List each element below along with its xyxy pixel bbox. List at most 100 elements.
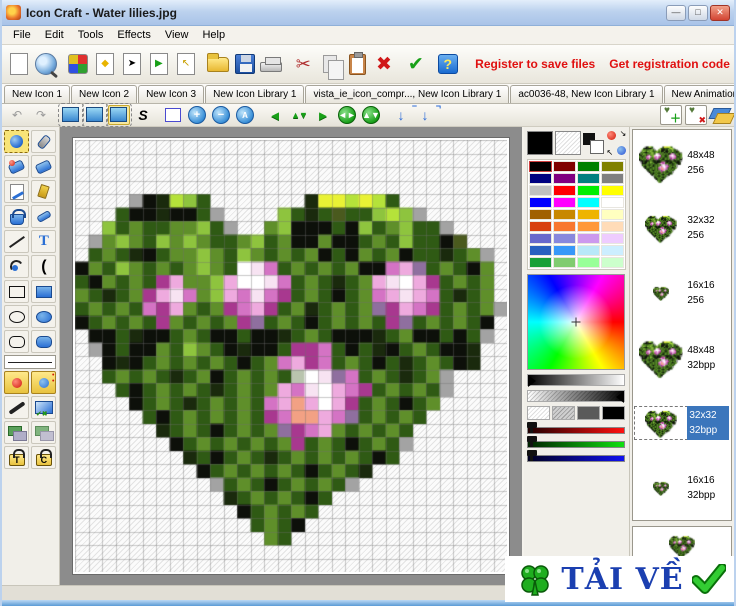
palette-swatch[interactable] (577, 233, 600, 244)
smooth-line-tool[interactable] (4, 396, 29, 419)
palette-swatch[interactable] (553, 257, 576, 268)
select-tool[interactable] (4, 130, 29, 153)
copy-button[interactable] (318, 49, 343, 79)
alpha-preset-66[interactable] (577, 406, 600, 420)
register-link[interactable]: Register to save files (475, 57, 595, 71)
palette-swatch[interactable] (529, 173, 552, 184)
move-selection-tool[interactable] (31, 421, 56, 444)
palette-swatch[interactable] (529, 245, 552, 256)
palette-swatch[interactable] (529, 197, 552, 208)
help-button[interactable]: ? (435, 49, 460, 79)
palette-swatch[interactable] (553, 161, 576, 172)
palette-swatch[interactable] (577, 185, 600, 196)
color-field[interactable] (527, 274, 625, 370)
menu-tools[interactable]: Tools (71, 27, 111, 43)
image-item-32x32-256[interactable]: 32x32256 (633, 195, 731, 260)
lock-colors-button[interactable]: C (31, 446, 56, 469)
tab-1[interactable]: New Icon 2 (71, 85, 137, 103)
move-vertical-button[interactable]: ▲▼ (288, 105, 310, 125)
image-item-48x48-32bpp[interactable]: 48x4832bpp (633, 325, 731, 390)
zoom-out-button[interactable]: − (210, 105, 232, 125)
tab-4[interactable]: vista_ie_icon_compr..., New Icon Library… (305, 85, 509, 103)
palette-swatch[interactable] (577, 257, 600, 268)
print-button[interactable] (259, 49, 284, 79)
heart-pixel-art[interactable] (75, 140, 507, 572)
alpha-preset-0[interactable] (527, 406, 550, 420)
minimize-button[interactable]: — (666, 5, 686, 21)
test-icon-button[interactable]: ✔ (403, 49, 428, 79)
menu-effects[interactable]: Effects (110, 27, 157, 43)
open-button[interactable] (205, 49, 230, 79)
undo-button[interactable]: ↶ (6, 105, 28, 125)
filled-rounded-rect-tool[interactable] (31, 330, 56, 353)
eraser-tool[interactable] (31, 155, 56, 178)
roll-down-button[interactable]: ↓¬ (414, 105, 436, 125)
background-color-button[interactable]: •• (31, 371, 56, 394)
green-slider-handle[interactable] (527, 436, 537, 442)
close-button[interactable]: ✕ (710, 5, 730, 21)
new-icon-button[interactable] (7, 49, 32, 79)
palette-swatch[interactable] (553, 185, 576, 196)
lock-transparency-button[interactable]: T (4, 446, 29, 469)
add-image-button[interactable]: ♥＋ (660, 105, 682, 125)
palette-swatch[interactable] (601, 161, 624, 172)
luminance-slider[interactable] (527, 374, 625, 386)
pencil-tool[interactable] (4, 180, 29, 203)
fill-tool[interactable] (4, 205, 29, 228)
foreground-color-button[interactable] (4, 371, 29, 394)
menu-file[interactable]: File (6, 27, 38, 43)
grid-toggle-button[interactable] (162, 105, 184, 125)
palette-swatch[interactable] (553, 233, 576, 244)
palette-swatch[interactable] (601, 209, 624, 220)
flip-horizontal-button[interactable]: ◄► (336, 105, 358, 125)
palette-swatch[interactable] (553, 197, 576, 208)
draw-mode-button[interactable] (60, 105, 82, 125)
image-item-16x16-32bpp[interactable]: 16x1632bpp (633, 455, 731, 520)
test-mode-button[interactable] (84, 105, 106, 125)
arc-tool[interactable] (4, 255, 29, 278)
filled-rectangle-tool[interactable] (31, 280, 56, 303)
palette-swatch[interactable] (601, 221, 624, 232)
maximize-button[interactable]: □ (688, 5, 708, 21)
palette-swatch[interactable] (577, 221, 600, 232)
palette-swatch[interactable] (529, 257, 552, 268)
delete-button[interactable]: ✖ (372, 49, 397, 79)
luminance-marker[interactable] (528, 375, 536, 387)
palette-swatch[interactable] (529, 161, 552, 172)
get-code-link[interactable]: Get registration code (609, 57, 730, 71)
rounded-rect-tool[interactable] (4, 330, 29, 353)
palette-swatch[interactable] (577, 161, 600, 172)
text-tool[interactable]: T (31, 230, 56, 253)
palette-swatch[interactable] (577, 173, 600, 184)
pixel-canvas[interactable] (75, 140, 507, 572)
palette-swatch[interactable] (601, 233, 624, 244)
gradient-tool[interactable] (31, 396, 56, 419)
ellipse-tool[interactable] (4, 305, 29, 328)
palette-swatch[interactable] (601, 173, 624, 184)
zoom-fit-button[interactable]: A (234, 105, 256, 125)
palette-swatch[interactable] (601, 197, 624, 208)
tab-3[interactable]: New Icon Library 1 (205, 85, 304, 103)
fg-bg-swap-icon[interactable] (583, 131, 605, 155)
copy-selection-tool[interactable] (4, 421, 29, 444)
palette-swatch[interactable] (601, 185, 624, 196)
image-item-48x48-256[interactable]: 48x48256 (633, 130, 731, 195)
foreground-color-swatch[interactable] (527, 131, 553, 155)
palette-swatch[interactable] (601, 257, 624, 268)
brush-tool[interactable] (31, 130, 56, 153)
zoom-in-button[interactable]: + (186, 105, 208, 125)
preview-mode-button[interactable] (108, 105, 130, 125)
capture-screen-button[interactable]: ↖ (173, 49, 198, 79)
spray-tool[interactable] (31, 180, 56, 203)
palette-swatch[interactable] (553, 173, 576, 184)
palette-swatch[interactable] (577, 245, 600, 256)
app-colors-button[interactable] (66, 49, 91, 79)
tab-0[interactable]: New Icon 1 (4, 85, 70, 103)
palette-swatch[interactable] (577, 209, 600, 220)
alpha-marker[interactable] (616, 391, 624, 403)
alpha-preset-100[interactable] (602, 406, 625, 420)
menu-edit[interactable]: Edit (38, 27, 71, 43)
transparent-color-swatch[interactable] (555, 131, 581, 155)
cut-button[interactable]: ✂ (291, 49, 316, 79)
rectangle-tool[interactable] (4, 280, 29, 303)
